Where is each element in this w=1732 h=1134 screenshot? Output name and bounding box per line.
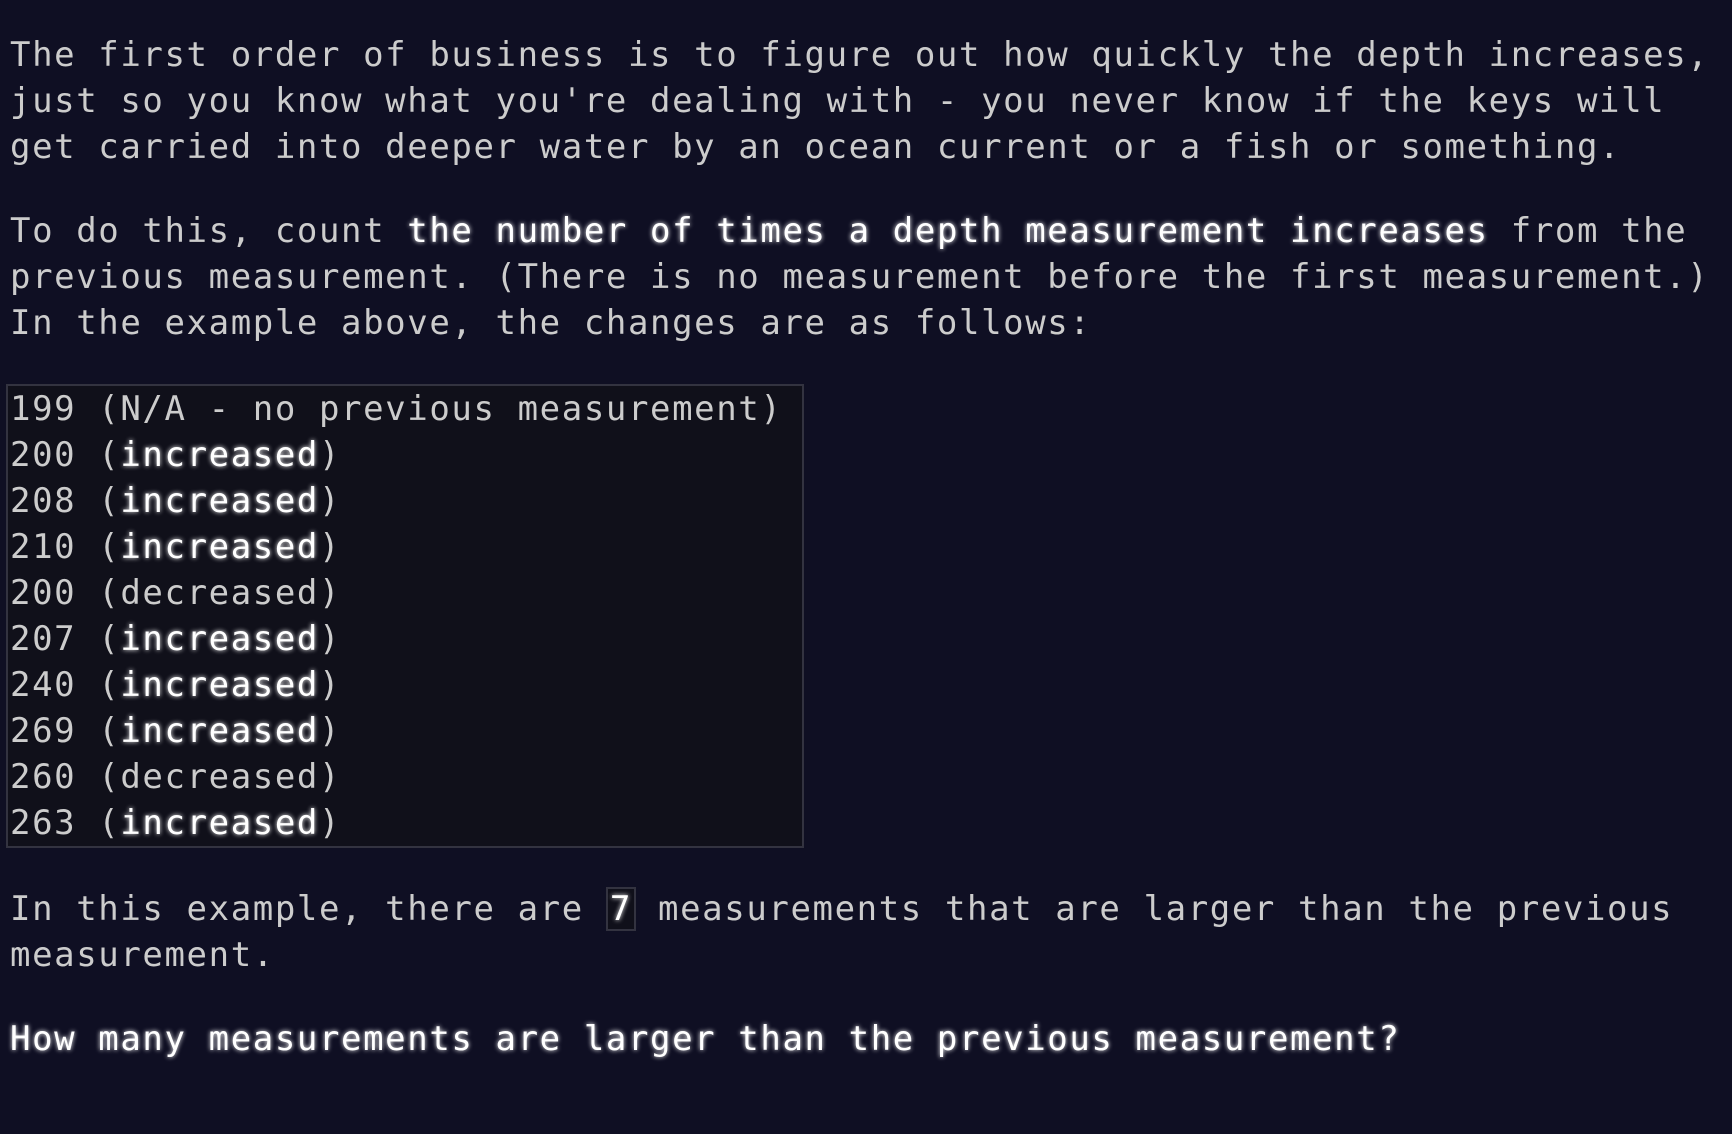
example-row: 260 (decreased): [10, 757, 342, 797]
example-row: 269 (increased): [10, 711, 342, 751]
instructions-text-before: To do this, count: [10, 211, 408, 251]
example-row-note: N/A - no previous measurement: [120, 389, 761, 429]
question-text: How many measurements are larger than th…: [10, 1019, 1401, 1059]
example-row-value: 207: [10, 619, 77, 659]
example-row-note: increased: [120, 527, 319, 567]
example-row-note: decreased: [120, 573, 319, 613]
example-row-value: 260: [10, 757, 77, 797]
question-paragraph: How many measurements are larger than th…: [10, 1016, 1730, 1062]
instructions-paragraph: To do this, count the number of times a …: [10, 208, 1730, 346]
example-row-value: 210: [10, 527, 77, 567]
example-row-value: 240: [10, 665, 77, 705]
example-row-value: 200: [10, 573, 77, 613]
example-row: 200 (decreased): [10, 573, 342, 613]
example-row: 240 (increased): [10, 665, 342, 705]
example-row-note: increased: [120, 435, 319, 475]
intro-text: The first order of business is to figure…: [10, 35, 1710, 167]
example-row: 199 (N/A - no previous measurement): [10, 389, 783, 429]
example-row-note: increased: [120, 665, 319, 705]
example-row: 208 (increased): [10, 481, 342, 521]
example-row: 263 (increased): [10, 803, 342, 843]
instructions-emphasis: the number of times a depth measurement …: [407, 211, 1489, 251]
example-row-note: decreased: [120, 757, 319, 797]
intro-paragraph: The first order of business is to figure…: [10, 32, 1730, 170]
example-answer-code: 7: [605, 887, 636, 931]
example-row-note: increased: [120, 711, 319, 751]
example-row-note: increased: [120, 619, 319, 659]
example-row: 210 (increased): [10, 527, 342, 567]
example-row: 207 (increased): [10, 619, 342, 659]
example-code-block: 199 (N/A - no previous measurement) 200 (…: [6, 384, 804, 848]
example-row-value: 208: [10, 481, 77, 521]
example-row-value: 263: [10, 803, 77, 843]
example-row-value: 269: [10, 711, 77, 751]
result-paragraph: In this example, there are 7 measurement…: [10, 886, 1730, 978]
example-row-value: 200: [10, 435, 77, 475]
example-row-note: increased: [120, 803, 319, 843]
puzzle-article: The first order of business is to figure…: [6, 32, 1730, 1100]
example-row-value: 199: [10, 389, 77, 429]
example-row-note: increased: [120, 481, 319, 521]
example-row: 200 (increased): [10, 435, 342, 475]
result-text-before: In this example, there are: [10, 889, 606, 929]
